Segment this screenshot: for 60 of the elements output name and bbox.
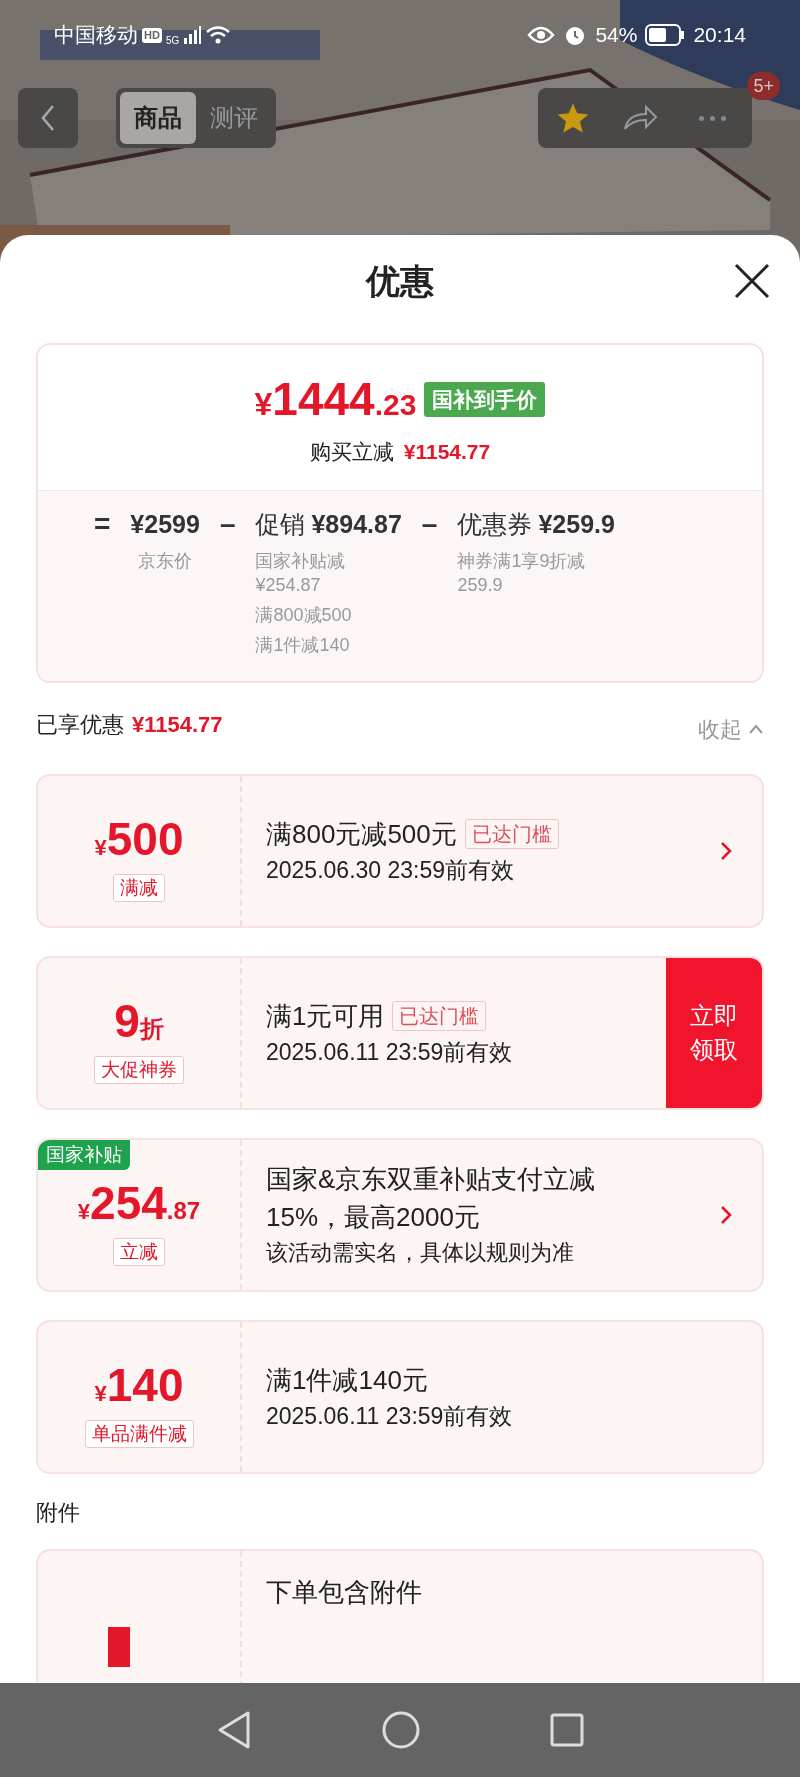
signal-icon xyxy=(183,26,202,44)
subsidy-badge: 国家补贴 xyxy=(38,1139,130,1170)
breakdown-label: 优惠券 xyxy=(457,508,533,540)
coupon-amount: ¥500 xyxy=(94,812,184,867)
back-button[interactable] xyxy=(18,88,78,148)
network-label: 5G xyxy=(165,34,180,49)
breakdown-note: 国家补贴减¥254.87 xyxy=(255,549,347,597)
reduction-value: ¥1154.77 xyxy=(403,439,491,465)
threshold-tag: 已达门槛 xyxy=(392,1000,487,1031)
breakdown-amount: ¥259.9 xyxy=(538,508,615,540)
coupon-type-tag: 单品满件减 xyxy=(84,1420,194,1448)
battery-icon xyxy=(645,24,686,46)
coupon-title: 满1件减140元 xyxy=(266,1363,428,1397)
sheet-title: 优惠 xyxy=(366,260,434,302)
section-heading: 附件 xyxy=(36,1499,80,1525)
breakdown-note: 满800减500 xyxy=(255,603,353,627)
wifi-icon xyxy=(205,25,232,45)
carrier-name: 中国移动 xyxy=(54,22,138,49)
close-button[interactable] xyxy=(732,261,772,301)
breakdown-note: 满1件减140 xyxy=(255,633,351,657)
coupon-discount: 9折 xyxy=(114,994,164,1049)
applied-label: 已享优惠 xyxy=(36,710,124,739)
collapse-toggle[interactable]: 收起 xyxy=(698,712,764,746)
subsidy-price-tag: 国补到手价 xyxy=(424,381,546,418)
home-icon[interactable] xyxy=(382,1711,420,1749)
tab[interactable]: 测评 xyxy=(196,92,272,144)
breakdown-note: 神券满1享9折减259.9 xyxy=(457,549,587,597)
coupon-validity: 2025.06.11 23:59前有效 xyxy=(266,1037,514,1067)
caret-icon xyxy=(748,724,764,734)
breakdown-note: 京东价 xyxy=(138,549,193,573)
coupon-validity: 2025.06.11 23:59前有效 xyxy=(266,1401,514,1431)
operator-sign: = xyxy=(94,506,111,541)
coupon-validity: 2025.06.30 23:59前有效 xyxy=(266,855,516,885)
coupon-type-tag: 立减 xyxy=(113,1238,165,1266)
reduction-label: 购买立减 xyxy=(309,439,394,465)
coupon-amount: ¥140 xyxy=(94,1358,184,1413)
coupon-type-tag: 满减 xyxy=(113,874,165,902)
eye-icon xyxy=(527,25,556,45)
operator-sign: – xyxy=(421,506,438,541)
breakdown-label: 促销 xyxy=(255,508,306,540)
applied-value: ¥1154.77 xyxy=(132,710,223,739)
back-icon xyxy=(40,104,56,132)
claim-button[interactable]: 立即领取 xyxy=(666,957,762,1108)
recents-icon[interactable] xyxy=(550,1713,584,1747)
final-price: ¥1444.23 xyxy=(254,372,417,427)
operator-sign: – xyxy=(219,506,236,541)
tab[interactable]: 商品 xyxy=(120,92,196,144)
coupon-validity: 该活动需实名，具体以规则为准 xyxy=(266,1238,575,1267)
attachment-title: 下单包含附件 xyxy=(266,1576,422,1607)
coupon-title: 满800元减500元 xyxy=(266,817,457,851)
coupon-type-tag: 大促神券 xyxy=(94,1056,184,1084)
coupon-title: 满1元可用 xyxy=(266,999,385,1033)
coupon-amount: ¥254.87 xyxy=(77,1176,201,1231)
clock-time: 20:14 xyxy=(693,22,746,49)
back-icon[interactable] xyxy=(216,1710,252,1750)
breakdown-amount: ¥2599 xyxy=(130,508,200,540)
battery-percent: 54% xyxy=(595,22,638,49)
threshold-tag: 已达门槛 xyxy=(464,818,559,849)
breakdown-amount: ¥894.87 xyxy=(311,508,402,540)
coupon-title: 国家&京东双重补贴支付立减15%，最高2000元 xyxy=(266,1162,597,1234)
